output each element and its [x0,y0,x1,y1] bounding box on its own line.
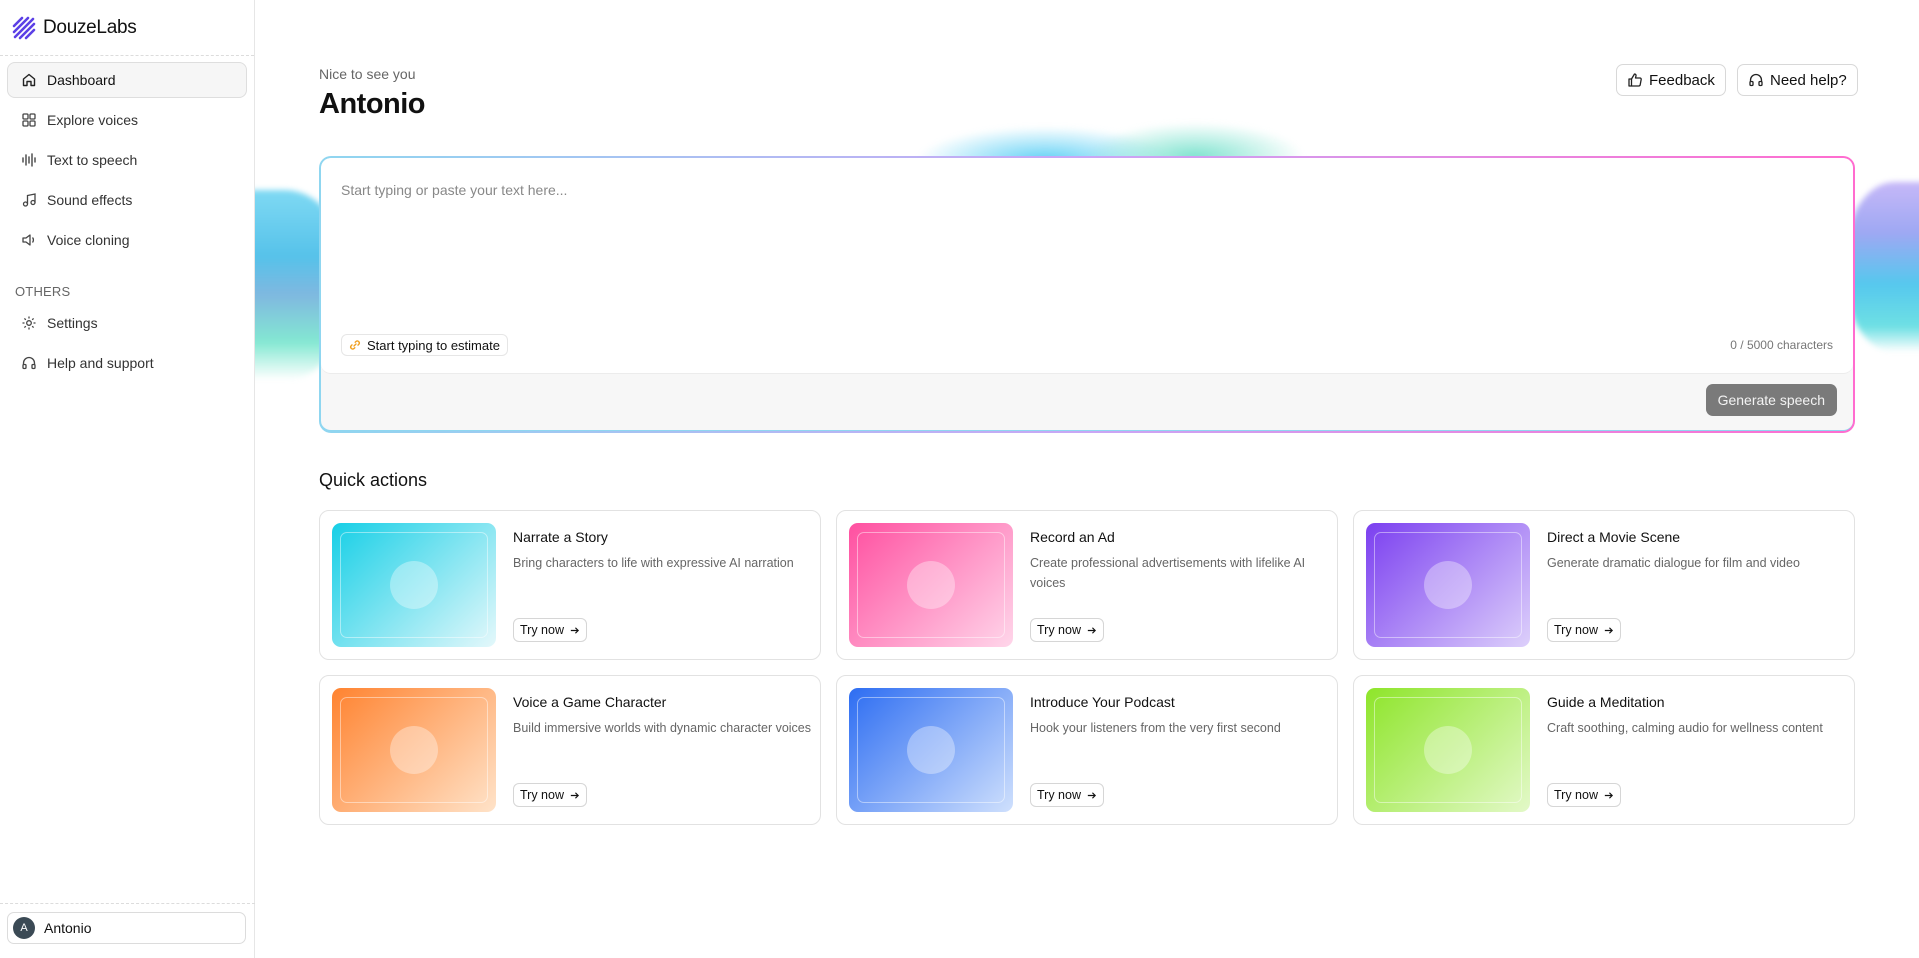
headphones-icon [22,356,36,370]
text-input-area[interactable]: Start typing or paste your text here... … [321,158,1853,374]
arrow-right-icon [1604,626,1614,634]
feedback-label: Feedback [1649,71,1715,89]
user-menu-button[interactable]: A Antonio [7,912,246,944]
sidebar: DouzeLabs Dashboard Explore voices Text … [0,0,255,958]
try-now-label: Try now [1037,788,1081,802]
card-thumbnail [1366,688,1530,812]
avatar: A [13,917,35,939]
sidebar-item-sound-effects[interactable]: Sound effects [7,182,247,218]
sidebar-item-dashboard[interactable]: Dashboard [7,62,247,98]
brand-name: DouzeLabs [43,16,137,38]
quick-action-narrate-story[interactable]: Narrate a Story Bring characters to life… [319,510,821,660]
card-thumbnail [332,523,496,647]
gear-icon [22,316,36,330]
try-now-button[interactable]: Try now [1030,783,1104,807]
try-now-button[interactable]: Try now [1547,783,1621,807]
sidebar-section-label: OTHERS [15,284,71,299]
card-title: Voice a Game Character [513,694,667,710]
estimate-badge: Start typing to estimate [341,334,508,356]
text-editor-inner: Start typing or paste your text here... … [321,158,1853,431]
card-title: Direct a Movie Scene [1547,529,1681,545]
sidebar-item-help-and-support[interactable]: Help and support [7,345,247,381]
quick-actions-grid: Narrate a Story Bring characters to life… [319,510,1855,825]
sidebar-item-text-to-speech[interactable]: Text to speech [7,142,247,178]
card-description: Bring characters to life with expressive… [513,556,794,570]
feedback-button[interactable]: Feedback [1616,64,1726,96]
arrow-right-icon [1087,626,1097,634]
sidebar-item-label: Voice cloning [47,232,130,248]
quick-action-voice-game-character[interactable]: Voice a Game Character Build immersive w… [319,675,821,825]
character-count: 0 / 5000 characters [1730,338,1833,352]
sidebar-item-label: Help and support [47,355,154,371]
home-icon [22,73,36,87]
user-name: Antonio [44,920,92,936]
arrow-right-icon [570,791,580,799]
card-description: Generate dramatic dialogue for film and … [1547,556,1800,570]
arrow-right-icon [1604,791,1614,799]
text-editor-panel: Start typing or paste your text here... … [319,156,1855,433]
main-content: Nice to see you Antonio Feedback Need he… [255,0,1919,958]
card-description: Craft soothing, calming audio for wellne… [1547,721,1823,735]
sidebar-nav: Dashboard Explore voices Text to speech … [0,56,254,381]
headphones-icon [1749,73,1763,87]
estimate-label: Start typing to estimate [367,337,500,353]
need-help-button[interactable]: Need help? [1737,64,1858,96]
card-title: Guide a Meditation [1547,694,1665,710]
try-now-label: Try now [520,788,564,802]
try-now-button[interactable]: Try now [513,783,587,807]
quick-action-guide-meditation[interactable]: Guide a Meditation Craft soothing, calmi… [1353,675,1855,825]
thumbs-up-icon [1628,73,1642,87]
greeting: Nice to see you [319,66,416,82]
decorative-blob [1847,182,1919,352]
quick-action-record-ad[interactable]: Record an Ad Create professional adverti… [836,510,1338,660]
sidebar-item-label: Settings [47,315,98,331]
card-description: Hook your listeners from the very first … [1030,721,1281,735]
speaker-icon [22,234,35,246]
card-thumbnail [1366,523,1530,647]
try-now-button[interactable]: Try now [1030,618,1104,642]
music-note-icon [22,193,36,207]
sidebar-divider [0,903,255,904]
quick-action-direct-movie-scene[interactable]: Direct a Movie Scene Generate dramatic d… [1353,510,1855,660]
card-description: Build immersive worlds with dynamic char… [513,721,812,735]
try-now-button[interactable]: Try now [513,618,587,642]
brand[interactable]: DouzeLabs [0,0,254,56]
sidebar-item-settings[interactable]: Settings [7,305,247,341]
text-input-placeholder: Start typing or paste your text here... [341,182,568,198]
try-now-label: Try now [1037,623,1081,637]
waveform-icon [22,153,36,167]
card-thumbnail [849,688,1013,812]
try-now-label: Try now [520,623,564,637]
card-title: Record an Ad [1030,529,1115,545]
sidebar-item-label: Text to speech [47,152,138,168]
arrow-right-icon [1087,791,1097,799]
quick-action-introduce-podcast[interactable]: Introduce Your Podcast Hook your listene… [836,675,1338,825]
need-help-label: Need help? [1770,71,1847,89]
sidebar-item-explore-voices[interactable]: Explore voices [7,102,247,138]
try-now-button[interactable]: Try now [1547,618,1621,642]
card-title: Introduce Your Podcast [1030,694,1175,710]
arrow-right-icon [570,626,580,634]
sidebar-item-label: Explore voices [47,112,139,128]
brand-logo-icon [12,16,36,39]
card-thumbnail [332,688,496,812]
card-description: Create professional advertisements with … [1030,556,1306,590]
card-title: Narrate a Story [513,529,608,545]
grid-icon [22,113,36,127]
try-now-label: Try now [1554,788,1598,802]
page-title: Antonio [319,88,426,120]
quick-actions-title: Quick actions [319,470,428,490]
sidebar-item-label: Dashboard [47,72,116,88]
sidebar-item-voice-cloning[interactable]: Voice cloning [7,222,247,258]
sidebar-item-label: Sound effects [47,192,133,208]
link-icon [350,340,360,350]
generate-speech-button[interactable]: Generate speech [1705,384,1837,416]
card-thumbnail [849,523,1013,647]
try-now-label: Try now [1554,623,1598,637]
